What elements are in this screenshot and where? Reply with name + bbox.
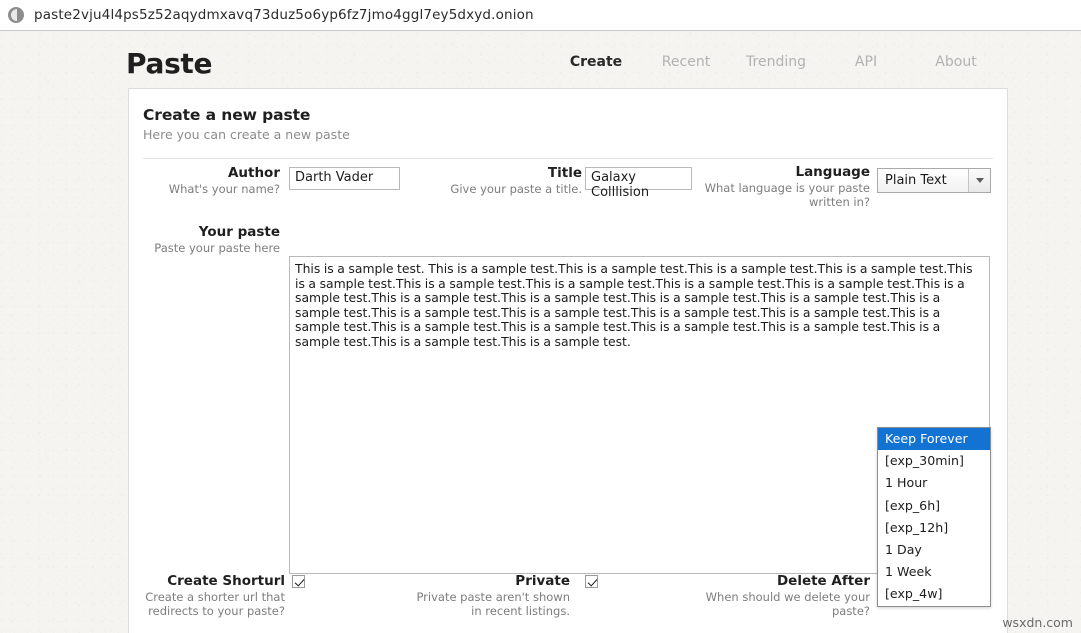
dropdown-option-exp-6h[interactable]: [exp_6h]	[878, 495, 990, 517]
page-body: Paste Create Recent Trending API About C…	[0, 31, 1081, 633]
shorturl-label: Create Shorturl	[130, 574, 285, 589]
chevron-down-icon	[968, 169, 990, 192]
nav-item-recent[interactable]: Recent	[641, 54, 731, 70]
title-label: Title	[430, 166, 582, 181]
nav-item-create[interactable]: Create	[551, 54, 641, 70]
paste-label-group: Your paste Paste your paste here	[140, 225, 280, 255]
dropdown-option-keep-forever[interactable]: Keep Forever	[878, 428, 990, 450]
page-subtitle: Here you can create a new paste	[143, 127, 991, 142]
private-label: Private	[410, 574, 570, 589]
nav-item-about[interactable]: About	[911, 54, 1001, 70]
page-title: Create a new paste	[143, 106, 991, 124]
shorturl-label-group: Create Shorturl Create a shorter url tha…	[130, 574, 285, 618]
header-divider	[143, 158, 993, 159]
dropdown-option-1-day[interactable]: 1 Day	[878, 539, 990, 561]
dropdown-option-1-hour[interactable]: 1 Hour	[878, 472, 990, 494]
author-label-group: Author What's your name?	[160, 166, 280, 196]
title-help: Give your paste a title.	[430, 182, 582, 196]
delete-after-label-group: Delete After When should we delete your …	[690, 574, 870, 618]
private-label-group: Private Private paste aren't shown in re…	[410, 574, 570, 618]
paste-label: Your paste	[140, 225, 280, 240]
language-help: What language is your paste written in?	[700, 181, 870, 209]
language-label: Language	[700, 165, 870, 180]
private-checkbox[interactable]	[585, 575, 598, 588]
dropdown-option-1-week[interactable]: 1 Week	[878, 561, 990, 583]
delete-after-help: When should we delete your paste?	[690, 590, 870, 618]
author-label: Author	[160, 166, 280, 181]
shorturl-help: Create a shorter url that redirects to y…	[130, 590, 285, 618]
dropdown-option-exp-4w[interactable]: [exp_4w]	[878, 583, 990, 605]
delete-after-dropdown-list[interactable]: Keep Forever [exp_30min] 1 Hour [exp_6h]…	[877, 427, 991, 607]
delete-after-label: Delete After	[690, 574, 870, 589]
language-select[interactable]: Plain Text	[877, 168, 991, 193]
dropdown-option-exp-30min[interactable]: [exp_30min]	[878, 450, 990, 472]
title-input[interactable]: Galaxy Colllision	[585, 167, 692, 190]
paste-help: Paste your paste here	[140, 241, 280, 255]
top-navbar: Paste Create Recent Trending API About	[0, 31, 1081, 88]
author-help: What's your name?	[160, 182, 280, 196]
author-input[interactable]: Darth Vader	[289, 167, 400, 190]
site-logo[interactable]: Paste	[126, 47, 212, 80]
url-text[interactable]: paste2vju4l4ps5z52aqydmxavq73duz5o6yp6fz…	[34, 7, 534, 23]
tor-onion-icon	[8, 7, 24, 23]
language-select-value: Plain Text	[885, 173, 947, 188]
browser-url-bar: paste2vju4l4ps5z52aqydmxavq73duz5o6yp6fz…	[0, 0, 1081, 31]
title-label-group: Title Give your paste a title.	[430, 166, 582, 196]
nav-item-trending[interactable]: Trending	[731, 54, 821, 70]
dropdown-option-exp-12h[interactable]: [exp_12h]	[878, 517, 990, 539]
private-help: Private paste aren't shown in recent lis…	[410, 590, 570, 618]
nav-links: Create Recent Trending API About	[551, 54, 1001, 70]
card-header: Create a new paste Here you can create a…	[129, 89, 1007, 150]
nav-item-api[interactable]: API	[821, 54, 911, 70]
watermark: wsxdn.com	[1002, 615, 1073, 630]
language-label-group: Language What language is your paste wri…	[700, 165, 870, 209]
shorturl-checkbox[interactable]	[292, 575, 305, 588]
